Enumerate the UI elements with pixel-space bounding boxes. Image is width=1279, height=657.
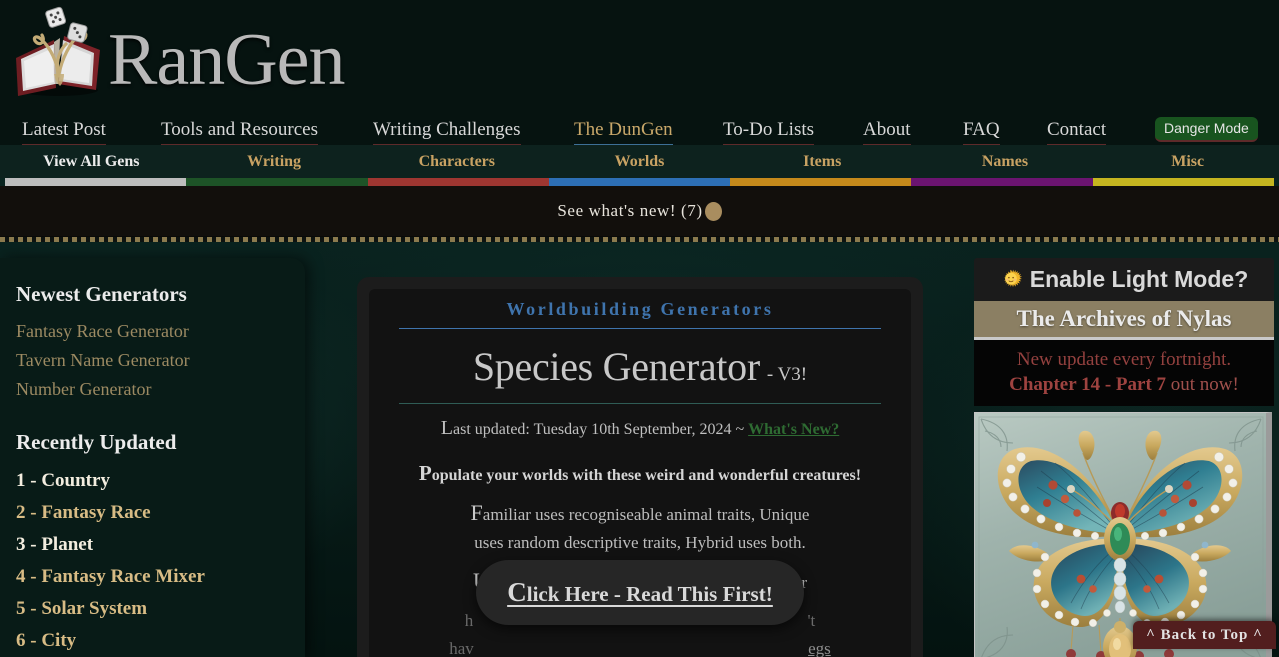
subnav-item-characters[interactable]: Characters bbox=[365, 153, 548, 171]
description-line-1-text: amiliar uses recogniseable animal traits… bbox=[482, 505, 810, 524]
subnav-item-view-all-gens[interactable]: View All Gens bbox=[0, 153, 183, 171]
color-strip-misc bbox=[1092, 178, 1274, 186]
legs-link[interactable]: egs bbox=[808, 639, 831, 657]
description-line-5: hav egs bbox=[385, 638, 895, 657]
subnav-item-items[interactable]: Items bbox=[731, 153, 914, 171]
secondary-navigation: View All Gens Writing Characters Worlds Item… bbox=[0, 145, 1279, 178]
description-line-4-right: 't bbox=[807, 611, 816, 630]
recently-updated-link[interactable]: 2 - Fantasy Race bbox=[16, 497, 305, 529]
site-logo[interactable]: RanGen bbox=[8, 2, 345, 110]
recently-updated-link[interactable]: 6 - City bbox=[16, 625, 305, 657]
enable-light-mode-label: Enable Light Mode? bbox=[1029, 266, 1249, 292]
left-sidebar: Newest Generators Fantasy Race Generator… bbox=[0, 258, 305, 657]
last-updated-text: ast updated: Tuesday 10th September, 202… bbox=[453, 421, 749, 438]
right-sidebar: Enable Light Mode? The Archives of Nylas… bbox=[974, 258, 1274, 657]
lede-paragraph: Populate your worlds with these weird an… bbox=[385, 461, 895, 486]
category-title[interactable]: Worldbuilding Generators bbox=[385, 289, 895, 320]
subnav-item-misc[interactable]: Misc bbox=[1096, 153, 1279, 171]
back-to-top-label: ^ Back to Top ^ bbox=[1146, 626, 1263, 643]
announcement-bar: See what's new! (7) bbox=[0, 186, 1279, 236]
nav-item-to-do-lists[interactable]: To-Do Lists bbox=[723, 117, 815, 146]
version-badge: - V3! bbox=[766, 364, 808, 385]
recently-updated-list: 1 - Country 2 - Fantasy Race 3 - Planet 4 -… bbox=[16, 465, 305, 657]
site-logo-text: RanGen bbox=[108, 19, 345, 101]
color-strip-names bbox=[911, 178, 1093, 186]
archives-blurb: New update every fortnight. Chapter 14 -… bbox=[974, 340, 1274, 406]
archives-title: The Archives of Nylas bbox=[1016, 306, 1232, 331]
danger-mode-button[interactable]: Danger Mode bbox=[1155, 117, 1258, 142]
sun-icon bbox=[1000, 269, 1022, 291]
enable-light-mode-toggle[interactable]: Enable Light Mode? bbox=[974, 258, 1274, 301]
recently-updated-link[interactable]: 3 - Planet bbox=[16, 529, 305, 561]
description-line-5-left: hav bbox=[449, 639, 474, 657]
whats-new-link[interactable]: What's New? bbox=[748, 421, 839, 438]
primary-navigation: Latest Post Tools and Resources Writing Ch… bbox=[0, 112, 1279, 146]
archives-title-bar[interactable]: The Archives of Nylas bbox=[974, 301, 1274, 340]
archives-chapter-suffix: out now! bbox=[1166, 374, 1239, 395]
newest-generators-heading: Newest Generators bbox=[16, 282, 187, 306]
page-title: Species Generator bbox=[472, 344, 760, 389]
drop-cap-l: L bbox=[440, 417, 453, 439]
nav-item-contact[interactable]: Contact bbox=[1047, 117, 1107, 146]
nav-item-writing-challenges[interactable]: Writing Challenges bbox=[373, 117, 521, 146]
last-updated-line: Last updated: Tuesday 10th September, 20… bbox=[385, 417, 895, 440]
drop-cap-f: F bbox=[470, 500, 483, 525]
drop-cap-p: P bbox=[418, 461, 432, 485]
nav-item-faq[interactable]: FAQ bbox=[963, 117, 1000, 146]
color-strip-view-all-gens bbox=[5, 178, 187, 186]
category-color-strip bbox=[5, 178, 1274, 186]
drop-cap-c: C bbox=[507, 577, 527, 607]
read-this-first-text: lick Here - Read This First! bbox=[526, 582, 773, 606]
subnav-item-names[interactable]: Names bbox=[914, 153, 1097, 171]
recently-updated-link[interactable]: 1 - Country bbox=[16, 465, 305, 497]
description-line-4-left: h bbox=[464, 611, 474, 630]
color-strip-writing bbox=[186, 178, 368, 186]
description-line-2: uses random descriptive traits, Hybrid u… bbox=[474, 533, 806, 552]
newest-generators-list: Fantasy Race Generator Tavern Name Genera… bbox=[16, 317, 305, 404]
color-strip-items bbox=[730, 178, 912, 186]
nav-item-the-dungen[interactable]: The DunGen bbox=[574, 117, 673, 146]
archives-chapter-number: Chapter 14 - Part 7 bbox=[1009, 374, 1167, 395]
dotted-divider bbox=[0, 236, 1279, 242]
page-root: RanGen Latest Post Tools and Resources Wri… bbox=[0, 0, 1279, 657]
open-book-with-dice-icon bbox=[8, 4, 112, 108]
newest-generator-link[interactable]: Fantasy Race Generator bbox=[16, 317, 305, 346]
newest-generator-link[interactable]: Number Generator bbox=[16, 375, 305, 404]
recently-updated-link[interactable]: 4 - Fantasy Race Mixer bbox=[16, 561, 305, 593]
description-line-1: Familiar uses recogniseable animal trait… bbox=[385, 502, 895, 526]
color-strip-worlds bbox=[548, 178, 731, 186]
back-to-top-button[interactable]: ^ Back to Top ^ bbox=[1133, 621, 1276, 649]
category-rule bbox=[399, 328, 881, 329]
read-this-first-button[interactable]: Click Here - Read This First! bbox=[476, 560, 804, 625]
color-strip-characters bbox=[367, 178, 549, 186]
newest-generator-link[interactable]: Tavern Name Generator bbox=[16, 346, 305, 375]
nav-item-latest-post[interactable]: Latest Post bbox=[22, 117, 106, 146]
announcement-badge-dot bbox=[704, 201, 722, 221]
generator-title-row: Species Generator - V3! bbox=[385, 343, 895, 390]
site-header: RanGen bbox=[0, 0, 1279, 112]
see-whats-new-link[interactable]: See what's new! (7) bbox=[557, 201, 702, 221]
recently-updated-link[interactable]: 5 - Solar System bbox=[16, 593, 305, 625]
subnav-item-worlds[interactable]: Worlds bbox=[548, 153, 731, 171]
nav-item-tools-and-resources[interactable]: Tools and Resources bbox=[161, 117, 318, 146]
subnav-item-writing[interactable]: Writing bbox=[183, 153, 366, 171]
nav-item-about[interactable]: About bbox=[863, 117, 911, 146]
lede-text: opulate your worlds with these weird and… bbox=[431, 467, 862, 484]
archives-latest-chapter: Chapter 14 - Part 7 out now! bbox=[974, 372, 1274, 397]
read-this-first-label: Click Here - Read This First! bbox=[507, 577, 772, 608]
archives-update-frequency: New update every fortnight. bbox=[1016, 349, 1232, 370]
recently-updated-heading: Recently Updated bbox=[16, 430, 177, 454]
title-rule bbox=[399, 403, 881, 404]
